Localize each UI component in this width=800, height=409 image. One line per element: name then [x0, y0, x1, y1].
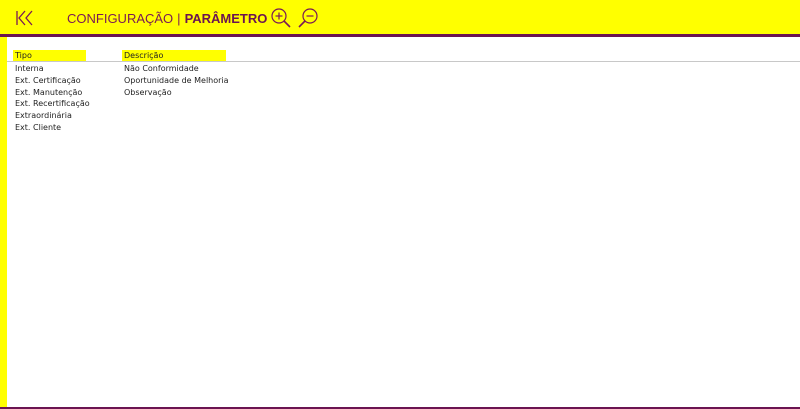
list-item[interactable]: Ext. Manutenção	[15, 87, 90, 99]
column-header-divider	[7, 61, 800, 62]
list-item[interactable]: Ext. Certificação	[15, 75, 90, 87]
title-section: CONFIGURAÇÃO	[67, 11, 174, 26]
zoom-in-icon[interactable]	[270, 7, 292, 29]
list-item[interactable]: Ext. Cliente	[15, 122, 90, 134]
header-divider	[0, 34, 800, 37]
first-page-icon[interactable]	[14, 9, 36, 27]
title-page: PARÂMETRO	[184, 11, 268, 26]
descricao-column-header: Descrição	[122, 50, 226, 61]
list-item[interactable]: Ext. Recertificação	[15, 98, 90, 110]
list-item[interactable]: Interna	[15, 63, 90, 75]
title-separator: |	[177, 11, 181, 26]
list-item[interactable]: Não Conformidade	[124, 63, 229, 75]
top-bar: CONFIGURAÇÃO | PARÂMETRO	[0, 0, 800, 34]
descricao-list: Não Conformidade Oportunidade de Melhori…	[124, 63, 229, 98]
list-item[interactable]: Observação	[124, 87, 229, 99]
tipo-column-header: Tipo	[13, 50, 86, 61]
left-accent-strip	[0, 37, 7, 409]
list-item[interactable]: Oportunidade de Melhoria	[124, 75, 229, 87]
zoom-out-icon[interactable]	[297, 7, 319, 29]
page-title: CONFIGURAÇÃO | PARÂMETRO	[67, 10, 267, 28]
list-item[interactable]: Extraordinária	[15, 110, 90, 122]
tipo-list: Interna Ext. Certificação Ext. Manutençã…	[15, 63, 90, 134]
